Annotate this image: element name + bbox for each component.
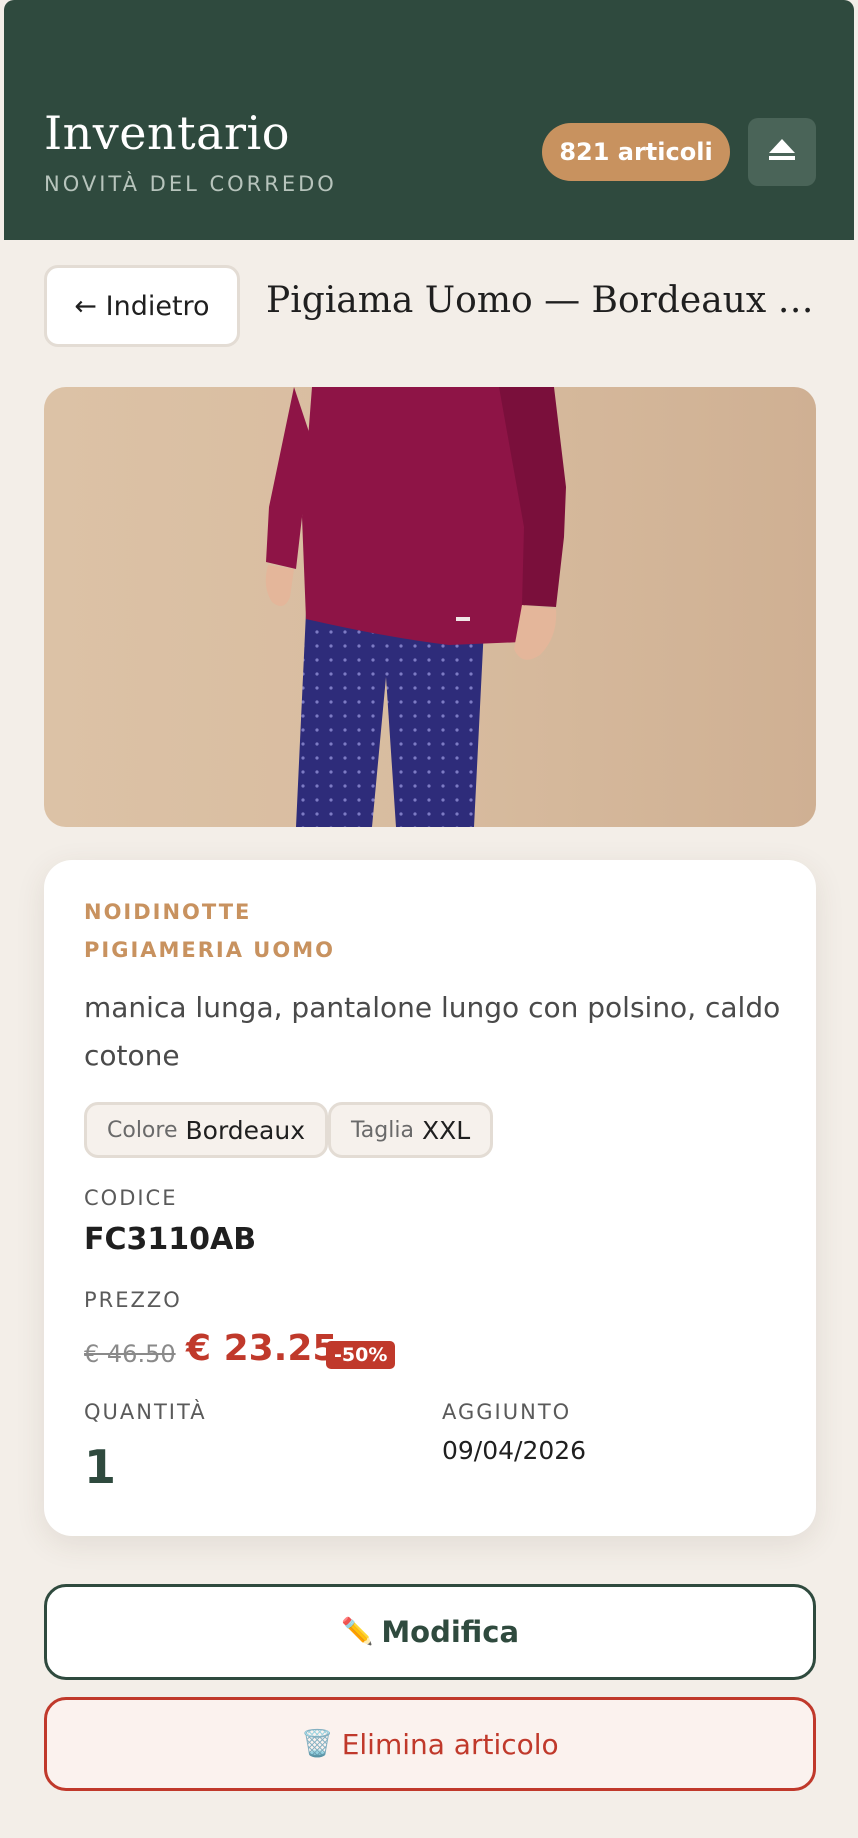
pajama-illustration <box>265 387 566 827</box>
edit-button-label: Modifica <box>381 1615 520 1649</box>
app-header: Inventario NOVITÀ DEL CORREDO 821 artico… <box>4 0 854 240</box>
eject-icon <box>767 137 797 167</box>
added-label: AGGIUNTO <box>442 1400 572 1424</box>
product-title: Pigiama Uomo — Bordeaux — XXL <box>266 280 816 321</box>
edit-button[interactable]: ✏️ Modifica <box>44 1584 816 1680</box>
delete-button-label: Elimina articolo <box>341 1727 559 1761</box>
back-button[interactable]: ← Indietro <box>44 265 240 347</box>
attribute-chip-color: Colore Bordeaux <box>84 1102 328 1158</box>
product-brand: NOIDINOTTE <box>84 900 252 924</box>
eject-button[interactable] <box>748 118 816 186</box>
app-title: Inventario <box>44 106 290 160</box>
pencil-icon: ✏️ <box>340 1617 374 1647</box>
chip-key: Colore <box>107 1117 178 1143</box>
product-photo <box>44 387 816 827</box>
chip-value: XXL <box>421 1115 471 1145</box>
price-label: PREZZO <box>84 1288 182 1312</box>
chip-value: Bordeaux <box>185 1115 306 1145</box>
new-price: € 23.25 <box>186 1328 338 1369</box>
product-code: FC3110AB <box>84 1222 257 1257</box>
item-count-badge: 821 articoli <box>542 123 730 181</box>
code-label: CODICE <box>84 1186 178 1210</box>
product-details-card: NOIDINOTTE PIGIAMERIA UOMO manica lunga,… <box>44 860 816 1536</box>
quantity-value: 1 <box>84 1440 117 1494</box>
old-price: € 46.50 <box>84 1340 176 1368</box>
product-category: PIGIAMERIA UOMO <box>84 938 335 962</box>
app-container: Inventario NOVITÀ DEL CORREDO 821 artico… <box>4 0 854 1838</box>
trash-icon: 🗑️ <box>301 1729 334 1759</box>
discount-badge: -50% <box>326 1341 396 1369</box>
added-date: 09/04/2026 <box>442 1436 587 1465</box>
attribute-chip-size: Taglia XXL <box>328 1102 494 1158</box>
app-subtitle: NOVITÀ DEL CORREDO <box>44 172 337 196</box>
delete-button[interactable]: 🗑️ Elimina articolo <box>44 1697 816 1791</box>
quantity-label: QUANTITÀ <box>84 1400 207 1424</box>
chip-key: Taglia <box>351 1117 414 1143</box>
product-description: manica lunga, pantalone lungo con polsin… <box>84 991 781 1072</box>
